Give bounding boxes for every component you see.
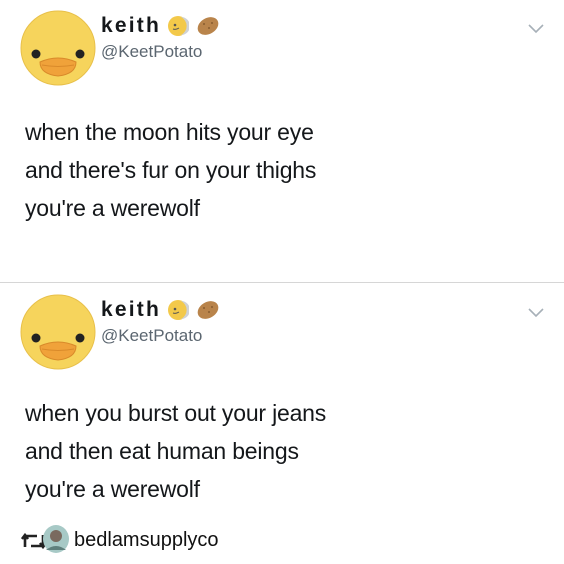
moon-emoji-icon (168, 300, 190, 320)
tweet-card-2: keith @KeetPotato when you burst out you… (0, 284, 564, 518)
tweet-card-1: keith @KeetPotato when the moon hits you… (0, 0, 564, 283)
tweet-line: and there's fur on your thighs (25, 157, 317, 183)
display-name-row: keith (101, 14, 221, 38)
chevron-down-icon[interactable] (527, 307, 545, 319)
reposter-avatar-icon[interactable] (42, 524, 70, 554)
display-name[interactable]: keith (101, 298, 161, 322)
divider (0, 282, 564, 283)
tweet-text: when the moon hits your eye and there's … (25, 113, 316, 227)
display-name-row: keith (101, 298, 221, 322)
duck-avatar-icon[interactable] (20, 294, 96, 370)
duck-avatar-icon[interactable] (20, 10, 96, 86)
reposter-username[interactable]: bedlamsupplyco (74, 529, 219, 552)
repost-footer: bedlamsupplyco (0, 518, 564, 564)
user-handle[interactable]: @KeetPotato (101, 326, 202, 346)
user-handle[interactable]: @KeetPotato (101, 42, 202, 62)
potato-emoji-icon (197, 301, 219, 319)
tweet-line: when you burst out your jeans (25, 400, 327, 426)
tweet-line: you're a werewolf (25, 195, 200, 221)
display-name[interactable]: keith (101, 14, 161, 38)
tweet-text: when you burst out your jeans and then e… (25, 394, 326, 508)
moon-emoji-icon (168, 16, 190, 36)
chevron-down-icon[interactable] (527, 23, 545, 35)
tweet-line: when the moon hits your eye (25, 119, 314, 145)
tweet-line: you're a werewolf (25, 476, 200, 502)
potato-emoji-icon (197, 17, 219, 35)
tweet-line: and then eat human beings (25, 438, 299, 464)
